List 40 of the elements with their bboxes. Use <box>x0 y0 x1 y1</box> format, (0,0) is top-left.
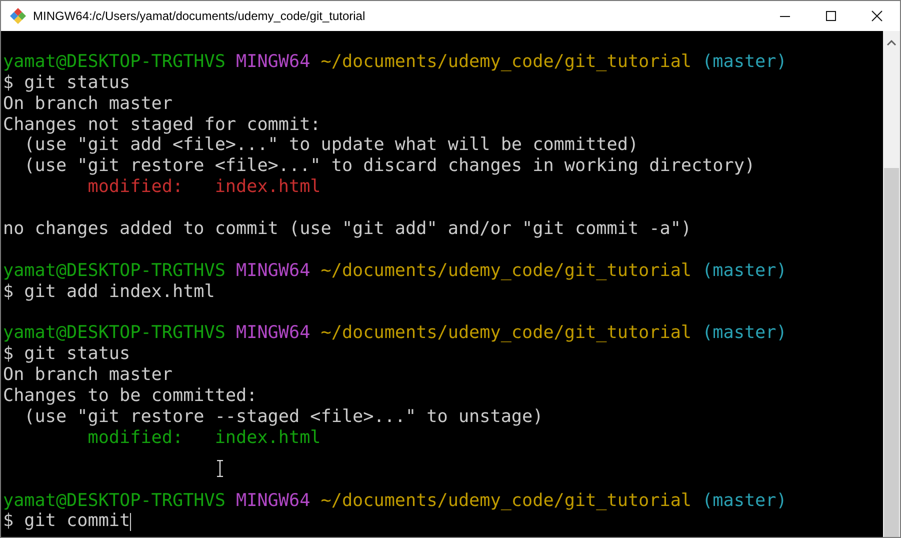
prompt-path: ~/documents/udemy_code/git_tutorial <box>320 323 692 344</box>
output-text: no changes added to commit (use "git add" and/or "git commit -a") <box>3 219 692 240</box>
i-beam-cursor-icon <box>216 460 224 477</box>
prompt-user: yamat@DESKTOP-TRGTHVS <box>3 323 226 344</box>
prompt-shell: MINGW64 <box>236 260 310 282</box>
window-title: MINGW64:/c/Users/yamat/documents/udemy_code/git_tutorial <box>33 9 366 23</box>
file-status: modified: <box>88 177 184 198</box>
command-text: $ git add index.html <box>3 282 215 303</box>
scroll-up-icon[interactable] <box>887 40 896 46</box>
command-text: $ git status <box>3 72 130 94</box>
prompt-branch: (master) <box>702 323 787 344</box>
close-icon <box>871 10 883 22</box>
file-status: modified: <box>88 428 184 449</box>
prompt-shell: MINGW64 <box>236 52 310 73</box>
prompt-path: ~/documents/udemy_code/git_tutorial <box>320 490 692 512</box>
prompt-path: ~/documents/udemy_code/git_tutorial <box>320 260 692 282</box>
prompt-path: ~/documents/udemy_code/git_tutorial <box>320 52 692 73</box>
prompt-branch: (master) <box>702 490 787 512</box>
scrollbar[interactable] <box>883 31 900 537</box>
hint-text: (use "git restore <file>..." to discard changes in working directory) <box>24 156 756 178</box>
command-text: $ git status <box>3 344 130 366</box>
output-text: Changes not staged for commit: <box>3 114 321 136</box>
hint-text: (use "git add <file>..." to update what will be committed) <box>24 135 639 156</box>
scrollbar-thumb[interactable] <box>884 168 899 537</box>
prompt-branch: (master) <box>702 52 787 73</box>
prompt-branch: (master) <box>702 260 787 282</box>
output-text: On branch master <box>3 365 172 386</box>
file-name: index.html <box>214 177 321 198</box>
file-name: index.html <box>214 428 321 449</box>
prompt-user: yamat@DESKTOP-TRGTHVS <box>3 260 226 282</box>
command-text: $ git commit <box>3 511 130 532</box>
prompt-shell: MINGW64 <box>236 490 310 512</box>
prompt-user: yamat@DESKTOP-TRGTHVS <box>3 52 226 73</box>
diamond-logo-icon <box>9 7 27 25</box>
prompt-user: yamat@DESKTOP-TRGTHVS <box>3 490 226 512</box>
prompt-shell: MINGW64 <box>236 323 310 344</box>
output-text: On branch master <box>3 94 172 115</box>
output-text: Changes to be committed: <box>3 386 258 408</box>
hint-text: (use "git restore --staged <file>..." to unstage) <box>24 407 544 428</box>
maximize-icon <box>825 10 837 22</box>
